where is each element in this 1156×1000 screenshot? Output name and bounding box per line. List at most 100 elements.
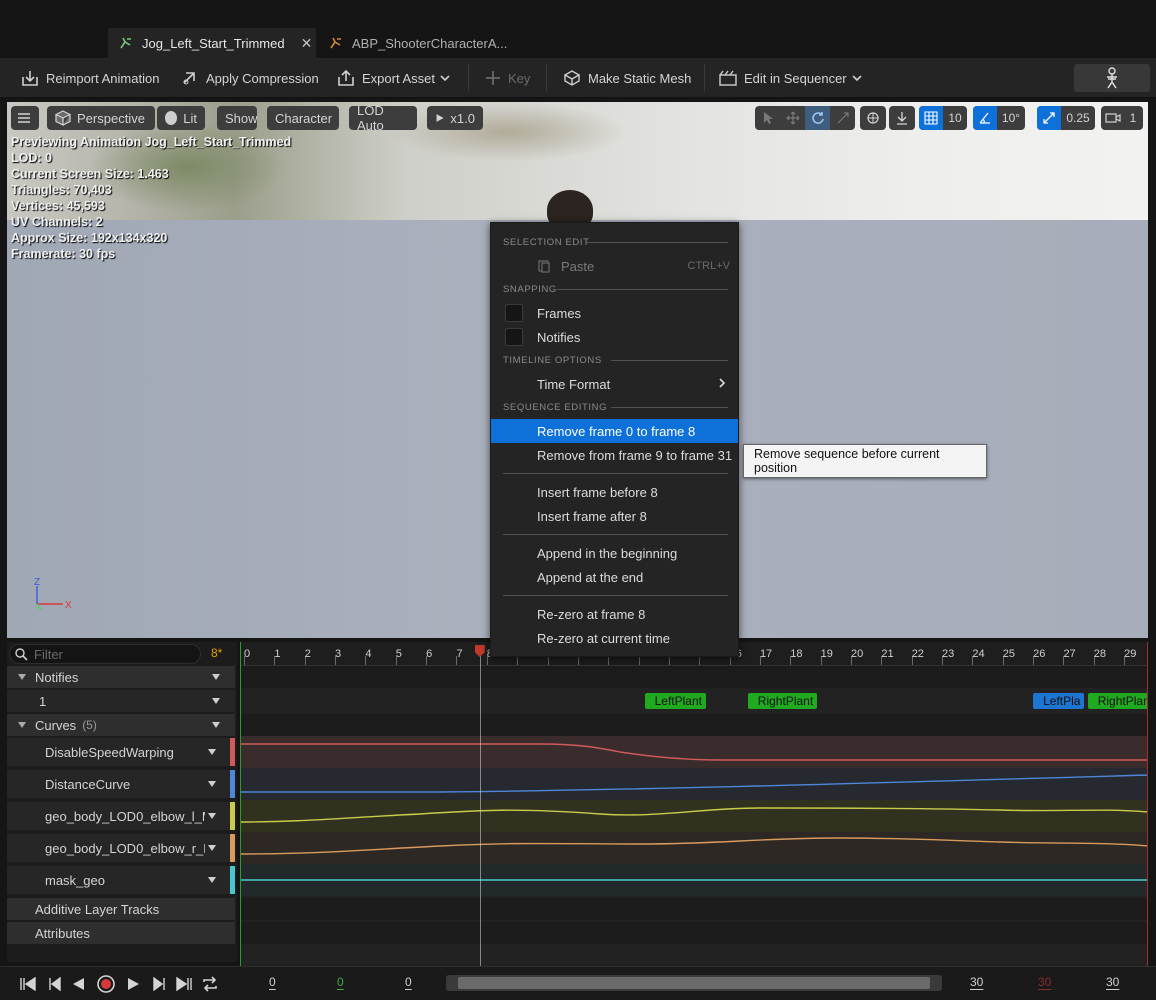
track-filter-input[interactable]: Filter — [9, 644, 201, 664]
range-start-field[interactable]: 0 — [269, 975, 276, 989]
frames-checkbox[interactable] — [505, 304, 523, 322]
play-reverse-icon[interactable] — [68, 974, 88, 994]
close-icon[interactable]: ✕ — [301, 35, 313, 52]
plus-icon — [486, 71, 500, 85]
skeleton-button[interactable] — [1074, 64, 1150, 92]
notify-marker[interactable]: LeftPlant — [644, 693, 706, 709]
notify-track-lane[interactable]: LeftPlant RightPlant LeftPla RightPlant — [240, 689, 1148, 713]
key-label: Key — [508, 70, 531, 86]
view-start-field[interactable]: 0 — [405, 975, 412, 989]
perspective-button[interactable]: Perspective — [47, 106, 155, 130]
notify-marker[interactable]: RightPlant — [1087, 693, 1148, 709]
ruler-tick-label: 21 — [881, 648, 894, 660]
make-static-mesh-button[interactable]: Make Static Mesh — [558, 64, 695, 92]
curve-lane — [240, 864, 1148, 896]
play-icon — [436, 114, 444, 122]
notifies-header-lane — [240, 666, 1148, 688]
paste-icon — [538, 260, 550, 273]
scale-tool-icon[interactable] — [830, 106, 855, 130]
grid-snap-value[interactable]: 10 — [943, 106, 967, 130]
scale-snap-icon[interactable] — [1037, 106, 1061, 130]
rotate-tool-icon[interactable] — [805, 106, 830, 130]
playback-speed-button[interactable]: x1.0 — [427, 106, 483, 130]
playback-start-field[interactable]: 0 — [337, 975, 344, 989]
dropdown-arrow-icon — [212, 674, 220, 680]
tab-abp-shooter[interactable]: ABP_ShooterCharacterA... — [318, 28, 518, 58]
curve-row-distance-curve[interactable]: DistanceCurve — [7, 770, 235, 798]
lit-button[interactable]: Lit — [157, 106, 205, 130]
export-asset-button[interactable]: Export Asset — [332, 64, 455, 92]
view-end-field[interactable]: 30 — [970, 975, 983, 989]
notifies-group[interactable]: Notifies — [7, 666, 235, 688]
menu-append-beginning[interactable]: Append in the beginning — [491, 541, 738, 565]
curve-row-elbow-l[interactable]: geo_body_LOD0_elbow_l_M — [7, 802, 235, 830]
surface-snap-button[interactable] — [889, 106, 915, 130]
grid-snap-icon[interactable] — [919, 106, 943, 130]
menu-remove-frame-9-to-31[interactable]: Remove from frame 9 to frame 31 — [491, 443, 738, 467]
ruler-tick-label: 23 — [942, 648, 955, 660]
axis-gizmo-icon: Z X — [34, 577, 72, 611]
step-forward-icon[interactable] — [150, 974, 170, 994]
additive-layer-tracks-group[interactable]: Additive Layer Tracks — [7, 898, 235, 920]
curves-group[interactable]: Curves (5) — [7, 714, 235, 736]
chevron-right-icon — [719, 378, 726, 388]
notify-marker[interactable]: RightPlant — [747, 693, 818, 709]
menu-remove-frame-0-to-8[interactable]: Remove frame 0 to frame 8 — [491, 419, 738, 443]
curve-lane-background — [240, 832, 1148, 864]
attributes-group[interactable]: Attributes — [7, 922, 235, 944]
ruler-tick-label: 5 — [395, 648, 402, 660]
notify-track-row[interactable]: 1 — [7, 690, 235, 712]
attributes-label: Attributes — [35, 925, 90, 941]
curve-row-elbow-r[interactable]: geo_body_LOD0_elbow_r_M — [7, 834, 235, 862]
ruler-tick-label: 20 — [851, 648, 864, 660]
step-back-icon[interactable] — [44, 974, 64, 994]
insert-after-label: Insert frame after 8 — [537, 508, 647, 524]
curve-lanes[interactable] — [240, 736, 1148, 898]
filter-count: 8* — [211, 646, 223, 660]
record-icon[interactable] — [96, 974, 116, 994]
skip-to-start-icon[interactable] — [18, 974, 38, 994]
menu-rezero-frame[interactable]: Re-zero at frame 8 — [491, 602, 738, 626]
select-tool-icon[interactable] — [755, 106, 780, 130]
local-space-button[interactable] — [860, 106, 886, 130]
timeline-scrollbar[interactable] — [446, 975, 942, 991]
apply-compression-button[interactable]: Apply Compression — [176, 64, 323, 92]
scrollbar-thumb[interactable] — [458, 977, 930, 989]
curve-row-mask-geo[interactable]: mask_geo — [7, 866, 235, 894]
camera-speed-group[interactable]: 1 — [1101, 106, 1143, 130]
notifies-checkbox[interactable] — [505, 328, 523, 346]
key-button[interactable]: Key — [480, 64, 534, 92]
notify-marker[interactable]: LeftPla — [1033, 693, 1085, 709]
play-icon[interactable] — [124, 974, 144, 994]
rotation-snap-value[interactable]: 10° — [997, 106, 1025, 130]
menu-append-end[interactable]: Append at the end — [491, 565, 738, 589]
menu-snap-notifies[interactable]: Notifies — [491, 325, 738, 349]
playback-end-field[interactable]: 30 — [1038, 975, 1051, 989]
menu-snap-frames[interactable]: Frames — [491, 301, 738, 325]
timeline[interactable]: 0123456789101112131415161718192021222324… — [240, 642, 1148, 968]
move-tool-icon[interactable] — [780, 106, 805, 130]
lod-button[interactable]: LOD Auto — [349, 103, 417, 133]
tooltip-text: Remove sequence before current position — [754, 447, 940, 475]
curve-row-disable-speed-warping[interactable]: DisableSpeedWarping — [7, 738, 235, 766]
tracks-panel: Filter 8* Notifies 1 Curves (5) DisableS… — [7, 642, 237, 962]
show-button[interactable]: Show — [217, 106, 258, 130]
menu-paste[interactable]: Paste CTRL+V — [491, 254, 738, 278]
reimport-animation-button[interactable]: Reimport Animation — [16, 64, 163, 92]
perspective-label: Perspective — [77, 110, 145, 126]
viewport-menu-button[interactable] — [11, 106, 39, 130]
rotation-snap-icon[interactable] — [973, 106, 997, 130]
scale-snap-value[interactable]: 0.25 — [1061, 106, 1095, 130]
menu-insert-before[interactable]: Insert frame before 8 — [491, 480, 738, 504]
loop-icon[interactable] — [200, 974, 220, 994]
menu-rezero-current[interactable]: Re-zero at current time — [491, 626, 738, 650]
range-end-field[interactable]: 30 — [1106, 975, 1119, 989]
tab-jog-left-start[interactable]: Jog_Left_Start_Trimmed ✕ — [108, 28, 316, 58]
menu-rule — [611, 407, 728, 408]
skip-to-end-icon[interactable] — [174, 974, 194, 994]
menu-time-format[interactable]: Time Format — [491, 372, 738, 396]
character-button[interactable]: Character — [267, 106, 339, 130]
menu-insert-after[interactable]: Insert frame after 8 — [491, 504, 738, 528]
edit-in-sequencer-button[interactable]: Edit in Sequencer — [714, 64, 867, 92]
playhead-line[interactable] — [479, 650, 481, 968]
